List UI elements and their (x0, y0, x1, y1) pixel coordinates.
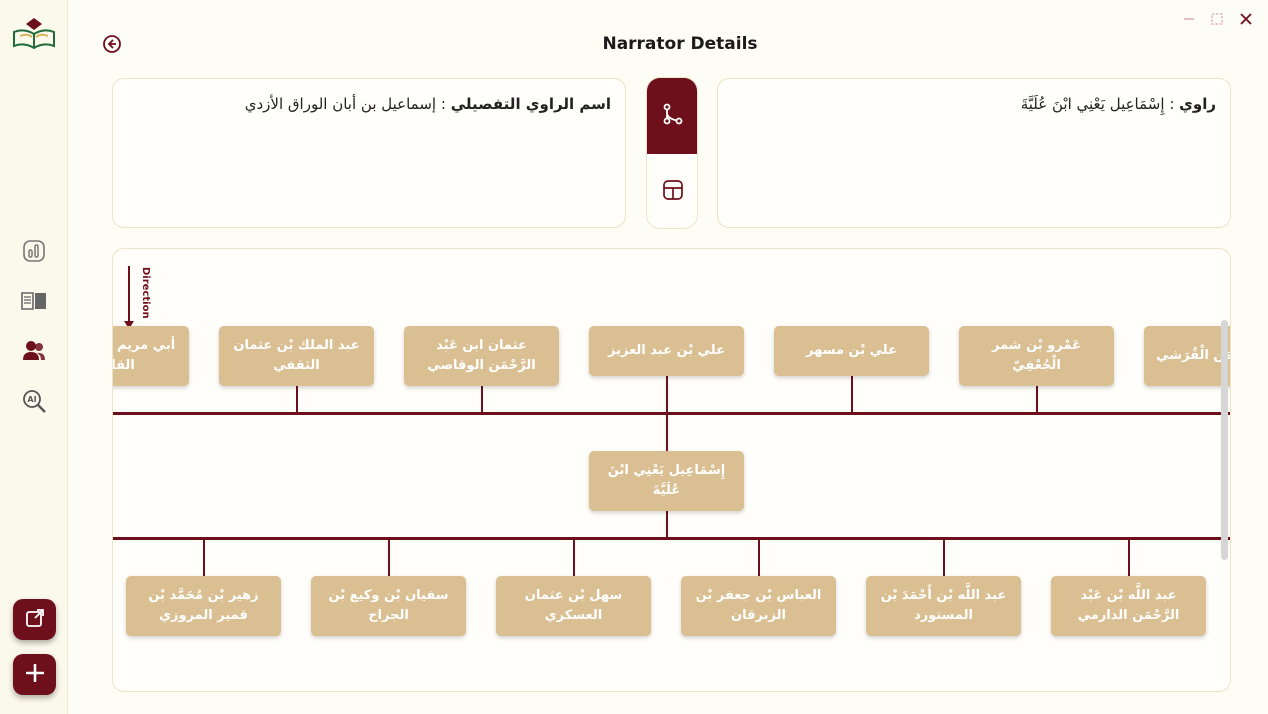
bottom-node[interactable]: سفيان بْن وكيع بْن الجراح (311, 576, 466, 636)
graph-scrollbar[interactable] (1221, 320, 1228, 560)
statistics-icon[interactable] (21, 238, 47, 264)
center-narrator-node[interactable]: إِسْمَاعِيل يَعْنِي ابْنَ عُلَيَّةَ (589, 451, 744, 511)
narrator-value: إِسْمَاعِيل يَعْنِي ابْنَ عُلَيَّةَ (1020, 95, 1165, 113)
narrator-card: راوي : إِسْمَاعِيل يَعْنِي ابْنَ عُلَيَّ… (717, 78, 1231, 228)
top-node[interactable]: عثمان ابن عَبْد الرَّحْمَن الوقاصي (404, 326, 559, 386)
direction-label: Direction (140, 267, 151, 319)
detailed-name-card: اسم الراوي التفصيلي : إسماعيل بن أبان ال… (112, 78, 626, 228)
bottom-node[interactable]: عبد اللَّه بْن عَبْد الرَّحْمَن الدارمي (1051, 576, 1206, 636)
back-button[interactable] (102, 34, 122, 54)
center-down-line (666, 511, 668, 539)
detailed-name-label: اسم الراوي التفصيلي (450, 95, 611, 113)
add-button[interactable] (13, 654, 56, 695)
top-stem-line (851, 376, 853, 413)
top-stem-line (1036, 386, 1038, 413)
bottom-node[interactable]: العباس بْن جعفر بْن الزبرقان (681, 576, 836, 636)
top-node[interactable]: علي بْن مسهر (774, 326, 929, 376)
top-node[interactable]: عَمْرو بْن شمر الْجُعْفِيّ (959, 326, 1114, 386)
ai-search-icon[interactable]: AI (21, 388, 47, 414)
top-node[interactable]: عبد الملك بْن عثمان الثقفي (219, 326, 374, 386)
view-toggle (646, 77, 698, 229)
bottom-stem-line (388, 539, 390, 577)
narrator-label: راوي (1179, 95, 1216, 113)
graph-branch-icon (661, 102, 685, 130)
table-view-button[interactable] (647, 154, 697, 228)
narrator-text: راوي : إِسْمَاعِيل يَعْنِي ابْنَ عُلَيَّ… (1020, 95, 1216, 113)
book-icon[interactable] (21, 288, 47, 314)
close-icon[interactable] (1237, 10, 1255, 28)
bottom-node[interactable]: عبد اللَّه بْن أَحْمَدَ بْن المستورد (866, 576, 1021, 636)
detailed-name-text: اسم الراوي التفصيلي : إسماعيل بن أبان ال… (244, 95, 611, 113)
narrator-graph: Direction عَبْد الرَّحْمَن الْقُرَشي عَم… (112, 248, 1231, 692)
external-link-icon (25, 608, 45, 632)
book-logo-icon (8, 14, 60, 54)
svg-text:AI: AI (27, 395, 36, 404)
bottom-stem-line (758, 539, 760, 577)
graph-view-button[interactable] (647, 78, 697, 154)
top-node[interactable]: عَبْد الرَّحْمَن الْقُرَشي (1144, 326, 1230, 386)
bottom-stem-line (203, 539, 205, 577)
sidebar: AI (0, 0, 68, 714)
top-stem-line (666, 374, 668, 414)
bottom-node[interactable]: سهل بْن عثمان العسكري (496, 576, 651, 636)
bottom-stem-line (943, 539, 945, 577)
maximize-icon[interactable] (1208, 10, 1226, 28)
users-icon[interactable] (21, 338, 47, 364)
minimize-icon[interactable] (1180, 10, 1198, 28)
back-arrow-icon (102, 35, 122, 58)
external-link-button[interactable] (13, 599, 56, 640)
bottom-stem-line (1128, 539, 1130, 577)
top-stem-line (481, 386, 483, 413)
plus-icon (25, 663, 44, 686)
top-node[interactable]: علي بْن عبد العزيز (589, 326, 744, 376)
direction-arrow-icon (128, 266, 130, 324)
top-node[interactable]: أبي مريم عبد الغفار القاسم (113, 326, 189, 386)
table-layout-icon (662, 179, 684, 205)
detailed-name-value: إسماعيل بن أبان الوراق الأزدي (244, 95, 437, 113)
center-up-line (666, 414, 668, 454)
top-stem-line (296, 386, 298, 413)
bottom-stem-line (573, 539, 575, 577)
bottom-node[interactable]: زهير بْن مُحَمَّد بْن قمير المروزي (126, 576, 281, 636)
page-title: Narrator Details (602, 34, 758, 54)
bottom-connector-line (113, 537, 1230, 540)
top-connector-line (113, 412, 1230, 415)
